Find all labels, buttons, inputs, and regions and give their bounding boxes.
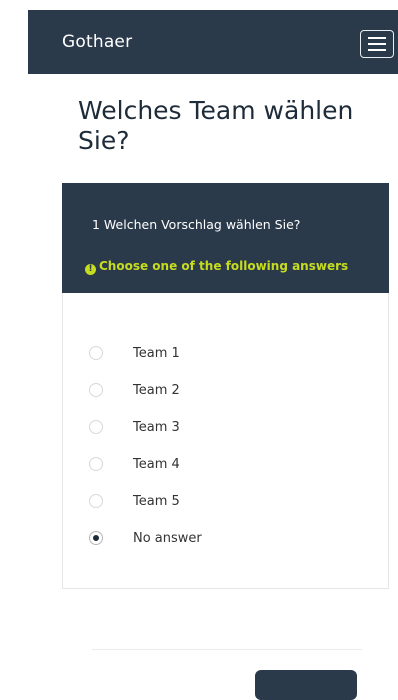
answer-option-team-4[interactable]: Team 4 bbox=[89, 454, 180, 474]
menu-icon-bar bbox=[368, 37, 386, 39]
survey-title: Welches Team wählen Sie? bbox=[78, 96, 354, 155]
bottom-divider bbox=[92, 649, 362, 650]
answer-option-team-3[interactable]: Team 3 bbox=[89, 417, 180, 437]
brand-name[interactable]: Gothaer bbox=[62, 32, 132, 52]
answer-label[interactable]: Team 1 bbox=[133, 346, 180, 361]
answer-label[interactable]: Team 3 bbox=[133, 420, 180, 435]
top-navbar: Gothaer bbox=[28, 10, 398, 74]
answers-list: Team 1 Team 2 Team 3 Team 4 Team 5 No an… bbox=[62, 293, 389, 589]
next-button[interactable] bbox=[255, 670, 357, 700]
radio-button[interactable] bbox=[89, 383, 103, 397]
radio-button-selected[interactable] bbox=[89, 531, 103, 545]
answer-label[interactable]: No answer bbox=[133, 531, 202, 546]
answer-label[interactable]: Team 4 bbox=[133, 457, 180, 472]
radio-button[interactable] bbox=[89, 494, 103, 508]
question-help-text: Choose one of the following answers bbox=[99, 259, 349, 273]
info-icon: ! bbox=[85, 264, 96, 275]
answer-label[interactable]: Team 2 bbox=[133, 383, 180, 398]
answer-option-team-5[interactable]: Team 5 bbox=[89, 491, 180, 511]
answer-option-team-2[interactable]: Team 2 bbox=[89, 380, 180, 400]
answer-option-team-1[interactable]: Team 1 bbox=[89, 343, 180, 363]
left-margin bbox=[0, 0, 28, 679]
radio-button[interactable] bbox=[89, 346, 103, 360]
radio-button[interactable] bbox=[89, 420, 103, 434]
menu-icon-bar bbox=[368, 49, 386, 51]
answer-label[interactable]: Team 5 bbox=[133, 494, 180, 509]
question-header: 1 Welchen Vorschlag wählen Sie? ! Choose … bbox=[62, 183, 389, 293]
hamburger-menu-button[interactable] bbox=[360, 30, 394, 58]
radio-button[interactable] bbox=[89, 457, 103, 471]
question-text: 1 Welchen Vorschlag wählen Sie? bbox=[92, 217, 301, 232]
answer-option-no-answer[interactable]: No answer bbox=[89, 528, 202, 548]
menu-icon-bar bbox=[368, 43, 386, 45]
question-help: ! Choose one of the following answers bbox=[85, 259, 348, 275]
